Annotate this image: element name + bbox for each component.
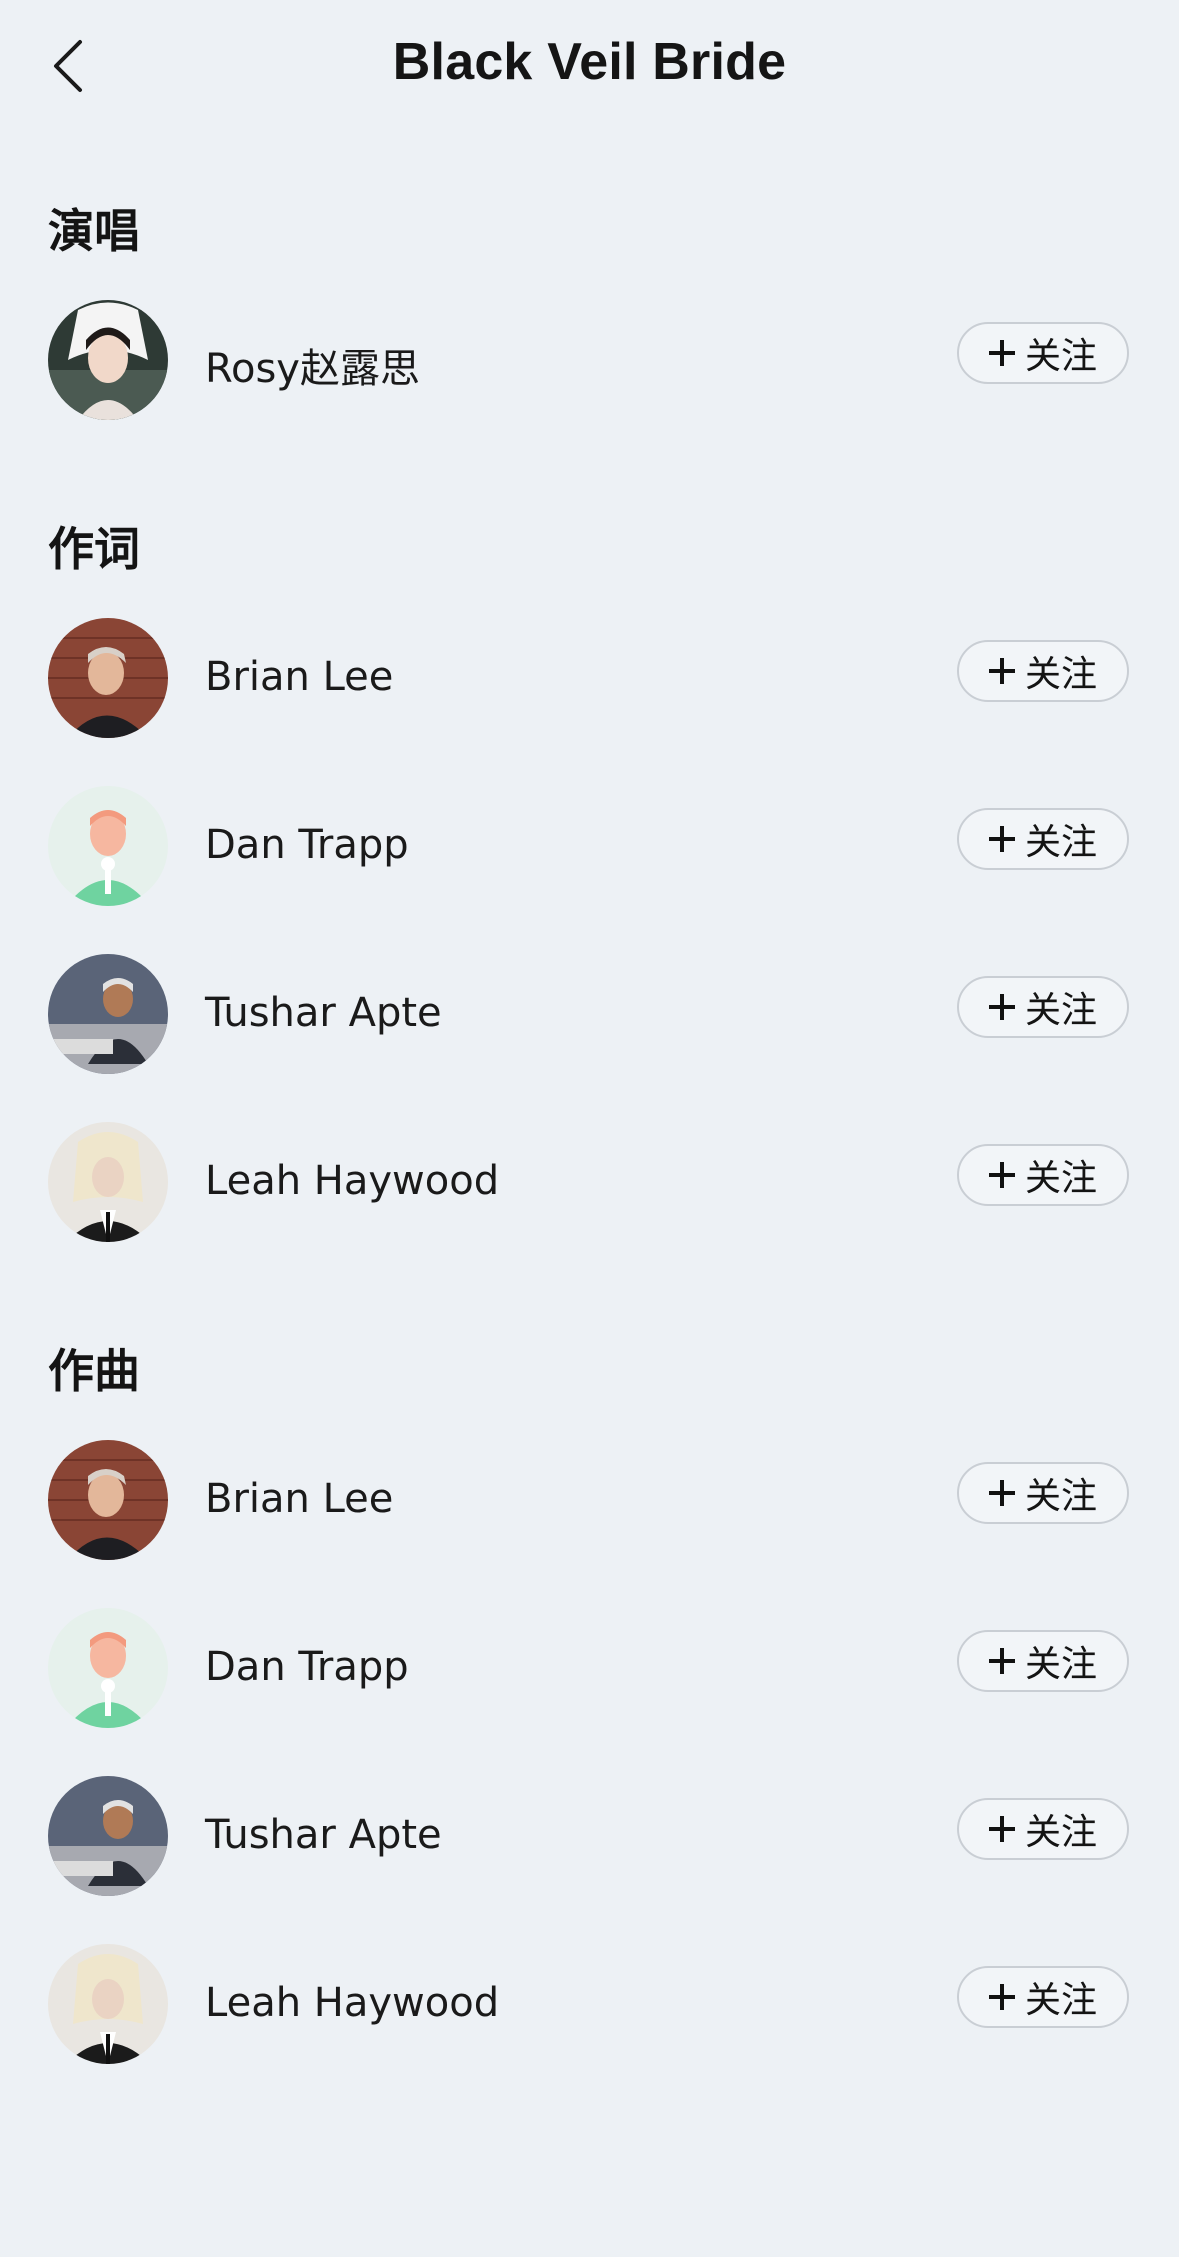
person-row[interactable]: Dan Trapp 关注 bbox=[0, 1608, 1179, 1733]
follow-label: 关注 bbox=[1024, 1980, 1097, 2021]
person-row[interactable]: Leah Haywood 关注 bbox=[0, 1944, 1179, 2069]
person-row[interactable]: Leah Haywood 关注 bbox=[0, 1122, 1179, 1247]
person-row[interactable]: Brian Lee 关注 bbox=[0, 1440, 1179, 1565]
avatar bbox=[48, 1776, 168, 1896]
follow-button[interactable]: 关注 bbox=[957, 1966, 1129, 2028]
person-row[interactable]: Rosy赵露思 关注 bbox=[0, 300, 1179, 425]
follow-button[interactable]: 关注 bbox=[957, 808, 1129, 870]
section-title-composer: 作曲 bbox=[48, 1344, 140, 1398]
page-title: Black Veil Bride bbox=[392, 33, 787, 91]
follow-button[interactable]: 关注 bbox=[957, 976, 1129, 1038]
person-row[interactable]: Tushar Apte 关注 bbox=[0, 1776, 1179, 1901]
person-name: Leah Haywood bbox=[205, 1980, 500, 2026]
nav-header: Black Veil Bride bbox=[0, 0, 1179, 135]
plus-icon bbox=[988, 1648, 1015, 1674]
follow-button[interactable]: 关注 bbox=[957, 640, 1129, 702]
avatar bbox=[48, 618, 168, 738]
follow-label: 关注 bbox=[1024, 654, 1097, 695]
person-name: Tushar Apte bbox=[205, 1812, 442, 1858]
follow-button[interactable]: 关注 bbox=[957, 1462, 1129, 1524]
person-row[interactable]: Tushar Apte 关注 bbox=[0, 954, 1179, 1079]
follow-button[interactable]: 关注 bbox=[957, 322, 1129, 384]
person-name: Dan Trapp bbox=[205, 822, 409, 868]
plus-icon bbox=[988, 994, 1015, 1020]
follow-label: 关注 bbox=[1024, 990, 1097, 1031]
person-row[interactable]: Dan Trapp 关注 bbox=[0, 786, 1179, 911]
avatar bbox=[48, 786, 168, 906]
plus-icon bbox=[988, 1984, 1015, 2010]
follow-label: 关注 bbox=[1024, 822, 1097, 863]
avatar bbox=[48, 300, 168, 420]
follow-button[interactable]: 关注 bbox=[957, 1798, 1129, 1860]
avatar bbox=[48, 1944, 168, 2064]
follow-label: 关注 bbox=[1024, 1158, 1097, 1199]
avatar bbox=[48, 1608, 168, 1728]
person-name: Rosy赵露思 bbox=[205, 346, 420, 392]
person-name: Brian Lee bbox=[205, 654, 394, 700]
plus-icon bbox=[988, 658, 1015, 684]
follow-button[interactable]: 关注 bbox=[957, 1630, 1129, 1692]
follow-label: 关注 bbox=[1024, 1644, 1097, 1685]
avatar bbox=[48, 954, 168, 1074]
follow-button[interactable]: 关注 bbox=[957, 1144, 1129, 1206]
plus-icon bbox=[988, 1816, 1015, 1842]
person-name: Tushar Apte bbox=[205, 990, 442, 1036]
plus-icon bbox=[988, 1162, 1015, 1188]
follow-label: 关注 bbox=[1024, 336, 1097, 377]
plus-icon bbox=[988, 340, 1015, 366]
person-name: Dan Trapp bbox=[205, 1644, 409, 1690]
follow-label: 关注 bbox=[1024, 1812, 1097, 1853]
section-title-vocals: 演唱 bbox=[48, 204, 140, 258]
person-name: Leah Haywood bbox=[205, 1158, 500, 1204]
plus-icon bbox=[988, 826, 1015, 852]
person-row[interactable]: Brian Lee 关注 bbox=[0, 618, 1179, 743]
avatar bbox=[48, 1440, 168, 1560]
avatar bbox=[48, 1122, 168, 1242]
follow-label: 关注 bbox=[1024, 1476, 1097, 1517]
section-title-lyricist: 作词 bbox=[48, 522, 140, 576]
person-name: Brian Lee bbox=[205, 1476, 394, 1522]
plus-icon bbox=[988, 1480, 1015, 1506]
